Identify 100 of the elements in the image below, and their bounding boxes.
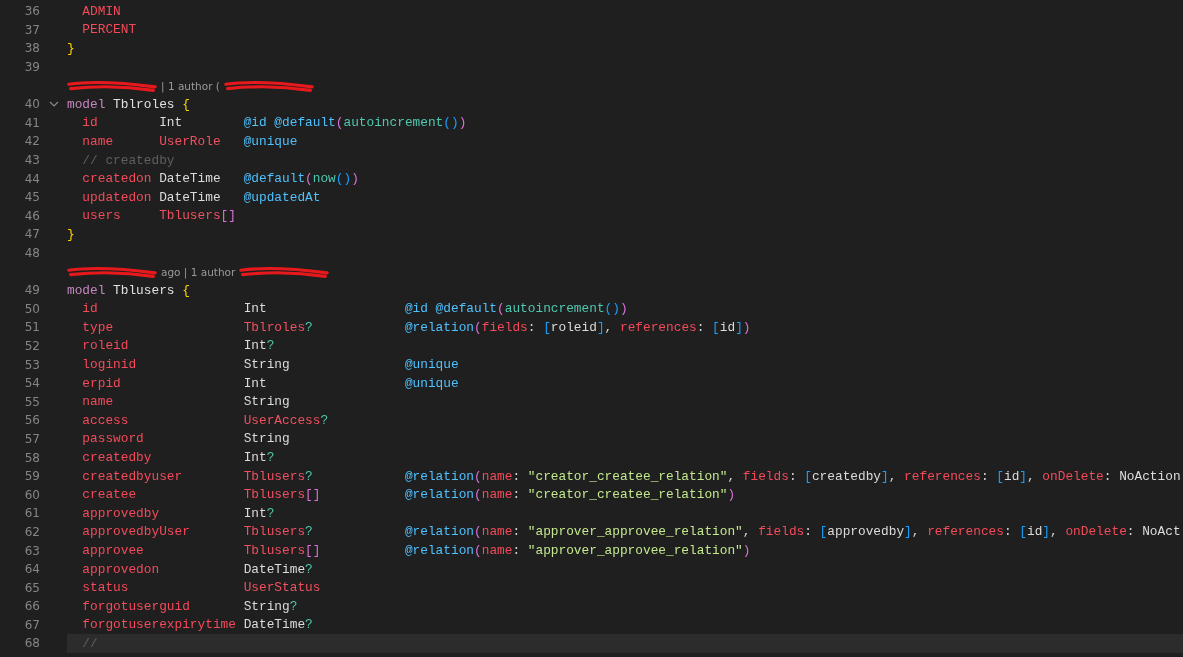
type-name: Int xyxy=(243,338,267,354)
line-number: 49 xyxy=(23,283,40,298)
line-number: 51 xyxy=(23,320,40,335)
field-name: forgotuserexpirytime xyxy=(82,617,236,633)
blame-annotation[interactable]: ago | 1 author xyxy=(161,265,236,278)
brace: } xyxy=(67,41,75,56)
field-name: ADMIN xyxy=(82,3,121,19)
punctuation: : xyxy=(788,468,798,484)
attribute: @id xyxy=(404,301,428,317)
punctuation: , xyxy=(604,319,614,335)
punctuation: [] xyxy=(305,543,321,558)
field-name: roleid xyxy=(82,338,129,354)
punctuation: ( xyxy=(335,115,344,131)
attribute: @default xyxy=(243,171,306,187)
punctuation: () xyxy=(443,115,459,131)
line-number: 44 xyxy=(23,171,40,186)
punctuation: ( xyxy=(474,524,482,540)
type-name: String xyxy=(243,598,290,614)
line-number: 59 xyxy=(23,469,40,484)
blame-annotation[interactable]: | 1 author ( xyxy=(161,79,220,92)
code-comment: // createdby xyxy=(82,152,175,168)
type-name: Int xyxy=(243,450,267,466)
argument-name: onDelete xyxy=(1042,468,1104,484)
field-name: loginid xyxy=(82,357,137,373)
field-name: id xyxy=(82,115,98,131)
attribute: @id xyxy=(243,115,267,131)
punctuation: ] xyxy=(596,319,605,335)
punctuation: : xyxy=(980,468,990,484)
punctuation: ) xyxy=(727,487,736,503)
argument-value: createdby xyxy=(811,468,882,484)
attribute: @relation xyxy=(404,524,474,540)
punctuation: : xyxy=(804,524,813,540)
line-number: 67 xyxy=(23,617,40,632)
punctuation: ] xyxy=(904,524,912,540)
punctuation: [ xyxy=(996,468,1004,484)
line-number: 41 xyxy=(23,115,40,130)
argument-name: references xyxy=(619,319,697,335)
function-name: autoincrement xyxy=(504,301,605,317)
line-number: 46 xyxy=(23,208,40,223)
punctuation: ( xyxy=(305,171,313,187)
argument-value: NoAct xyxy=(1142,524,1181,540)
punctuation: [ xyxy=(543,319,551,335)
field-name: createe xyxy=(82,487,137,503)
argument-name: references xyxy=(927,524,1004,540)
type-name: UserStatus xyxy=(243,580,321,596)
type-name: Tblroles xyxy=(243,319,306,335)
argument-value: approvedby xyxy=(827,524,905,540)
attribute: @relation xyxy=(404,319,474,335)
argument-name: name xyxy=(481,524,513,540)
type-name: Int xyxy=(243,375,267,391)
line-number: 54 xyxy=(23,376,40,391)
line-number: 52 xyxy=(23,339,40,353)
model-name: Tblroles xyxy=(113,96,175,112)
type-name: String xyxy=(243,431,290,447)
line-number: 38 xyxy=(23,41,40,56)
field-name: name xyxy=(82,133,114,149)
field-name: approvee xyxy=(82,543,144,558)
optional-mark: ? xyxy=(305,561,313,577)
line-number: 60 xyxy=(23,487,40,502)
punctuation: , xyxy=(1027,468,1036,484)
brace: { xyxy=(182,96,190,112)
line-number: 43 xyxy=(23,153,40,168)
attribute: @default xyxy=(435,301,498,317)
argument-name: fields xyxy=(742,468,789,484)
type-name: Int xyxy=(243,301,267,317)
punctuation: : xyxy=(512,524,522,540)
punctuation: ) xyxy=(742,543,751,558)
optional-mark: ? xyxy=(266,450,275,466)
argument-value: id xyxy=(1027,524,1043,540)
punctuation: : xyxy=(527,319,537,335)
type-name: UserAccess xyxy=(243,412,321,428)
attribute: @relation xyxy=(404,543,474,558)
line-number: 42 xyxy=(23,134,40,149)
argument-name: fields xyxy=(758,524,805,540)
chevron-down-icon[interactable] xyxy=(48,101,59,108)
keyword: model xyxy=(67,282,106,298)
optional-mark: ? xyxy=(305,319,313,335)
line-number: 58 xyxy=(23,450,40,465)
argument-name: name xyxy=(481,543,513,558)
line-number: 40 xyxy=(23,97,40,112)
punctuation: ) xyxy=(619,301,628,317)
field-name: id xyxy=(82,301,98,317)
line-number: 56 xyxy=(23,413,40,428)
line-number: 68 xyxy=(23,636,40,651)
line-number: 64 xyxy=(23,562,40,577)
field-name: PERCENT xyxy=(82,22,137,38)
model-name: Tblusers xyxy=(113,282,175,298)
attribute: @relation xyxy=(404,468,474,484)
field-name: approvedby xyxy=(82,505,160,521)
string-literal: "creator_createe_relation" xyxy=(527,487,728,503)
punctuation: ( xyxy=(497,301,505,317)
punctuation: , xyxy=(1050,524,1059,540)
punctuation: ] xyxy=(881,468,889,484)
type-name: Tblusers xyxy=(243,524,306,540)
field-name: createdbyuser xyxy=(82,468,183,484)
brace: } xyxy=(67,226,75,242)
line-number: 66 xyxy=(23,599,40,614)
punctuation: , xyxy=(911,524,921,540)
argument-name: name xyxy=(481,468,513,484)
optional-mark: ? xyxy=(289,598,298,614)
